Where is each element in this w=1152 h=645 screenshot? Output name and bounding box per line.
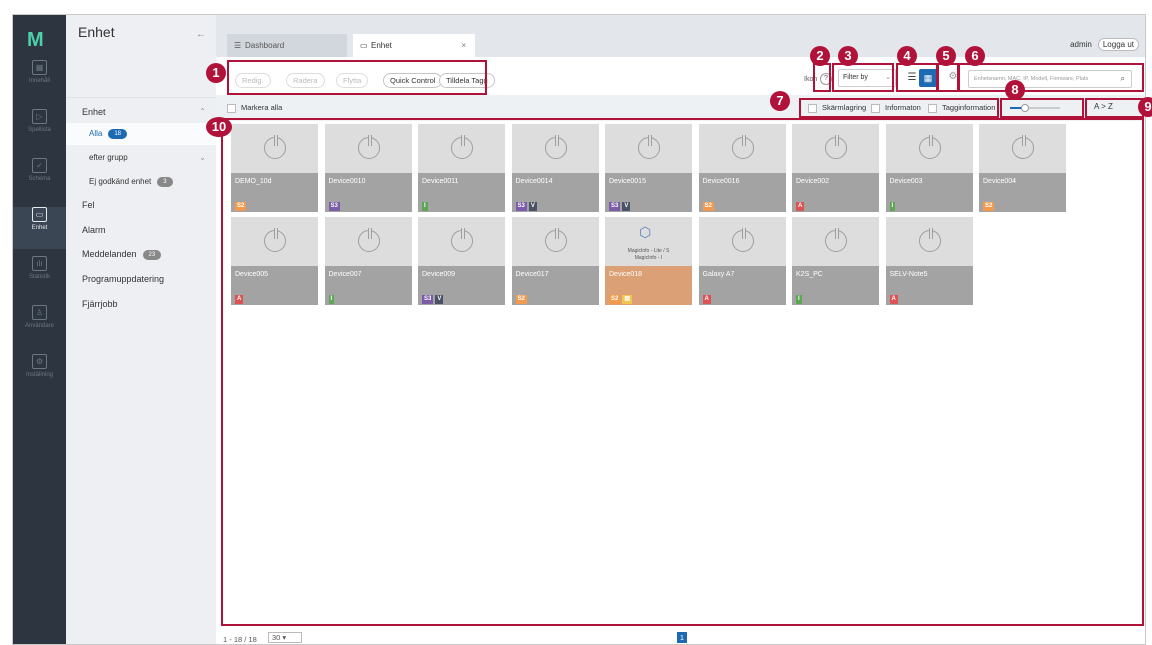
sidenav: Enhet ← Enhet ⌃ Alla 18 efter grupp ⌄ Ej go… (66, 15, 216, 644)
checkbox[interactable] (227, 103, 236, 113)
main-rail: M ▦ Innehåll ▷ Spellista ✓ Schema ▭ Enhet ılı Sta… (13, 15, 66, 644)
checkbox-label: Markera alla (241, 103, 283, 112)
callout-box-8 (1000, 98, 1084, 118)
app-logo-icon: M (27, 29, 44, 51)
sidenav-section-enhet[interactable]: Enhet ⌃ (66, 101, 216, 123)
rail-item-label: Enhet (31, 225, 48, 231)
chevron-down-icon: ⌄ (199, 153, 206, 162)
callout-3: 3 (838, 46, 858, 66)
rail-item-användare[interactable]: ♙ Användare (13, 305, 66, 347)
rail-item-label: Schema (28, 176, 51, 182)
sidenav-title: Enhet (78, 24, 115, 40)
callout-6: 6 (965, 46, 985, 66)
callout-7: 7 (770, 91, 790, 111)
rail-item-innehåll[interactable]: ▦ Innehåll (13, 60, 66, 102)
rail-item-schema[interactable]: ✓ Schema (13, 158, 66, 200)
sidenav-item-alarm[interactable]: Alarm (66, 219, 216, 241)
callout-1: 1 (206, 63, 226, 83)
callout-10: 10 (206, 117, 232, 137)
select-all-checkbox[interactable]: Markera alla (227, 103, 282, 113)
callout-box-7 (799, 98, 999, 118)
sidenav-item-messages[interactable]: Meddelanden 23 (66, 243, 216, 265)
rail-item-label: Inställning (25, 372, 54, 378)
sidenav-item-group[interactable]: efter grupp ⌄ (66, 147, 216, 169)
user-area: admin Logga ut (1070, 38, 1139, 51)
callout-box-3 (832, 63, 894, 92)
chart-icon: ılı (32, 256, 47, 271)
display-icon: ▭ (360, 41, 368, 50)
sidenav-item-label: efter grupp (89, 153, 128, 162)
count-badge: 18 (108, 128, 128, 139)
callout-box-9 (1085, 98, 1144, 118)
calendar-icon: ✓ (32, 158, 47, 173)
dashboard-icon: ☰ (234, 41, 242, 50)
rail-item-label: Spellista (28, 127, 51, 133)
rail-item-spellista[interactable]: ▷ Spellista (13, 109, 66, 151)
sidenav-item-label: Alla (89, 129, 103, 138)
callout-8: 8 (1005, 80, 1025, 100)
page-range: 1 - 18 / 18 (223, 635, 257, 644)
logout-button[interactable]: Logga ut (1097, 38, 1139, 51)
count-badge: 3 (157, 176, 173, 187)
tab-dashboard[interactable]: ☰ Dashboard (227, 34, 347, 57)
username: admin (1070, 40, 1092, 49)
close-icon[interactable]: × (461, 34, 466, 57)
tab-label: Dashboard (245, 41, 285, 50)
sidenav-item-error[interactable]: Fel (66, 194, 216, 216)
sidenav-item-label: Ej godkänd enhet (89, 177, 152, 186)
rail-item-label: Innehåll (28, 78, 51, 84)
callout-box-2 (813, 63, 831, 92)
content-icon: ▦ (32, 60, 47, 75)
rail-item-statistik[interactable]: ılı Statistik (13, 256, 66, 298)
collapse-arrow-icon[interactable]: ← (196, 29, 206, 40)
rail-item-inställning[interactable]: ⚙ Inställning (13, 354, 66, 396)
sidenav-item-label: Meddelanden (82, 249, 137, 259)
callout-box-4 (896, 63, 938, 92)
user-icon: ♙ (32, 305, 47, 320)
sidenav-item-all[interactable]: Alla 18 (66, 123, 216, 145)
rail-item-label: Statistik (28, 274, 50, 280)
gear-icon: ⚙ (32, 354, 47, 369)
callout-5: 5 (936, 46, 956, 66)
count-badge: 23 (142, 249, 162, 260)
callout-2: 2 (810, 46, 830, 66)
page-size-value: 30 (272, 633, 281, 642)
tab-bar: ☰ Dashboard ▭ Enhet × admin Logga ut (216, 15, 1145, 57)
sidenav-item-remote[interactable]: Fjärrjobb (66, 293, 216, 315)
display-icon: ▭ (32, 207, 47, 222)
chevron-up-icon: ⌃ (199, 107, 206, 116)
tab-enhet[interactable]: ▭ Enhet × (353, 34, 475, 57)
rail-item-enhet[interactable]: ▭ Enhet (13, 207, 66, 249)
callout-box-6 (958, 63, 1144, 92)
divider (66, 97, 216, 98)
callout-4: 4 (897, 46, 917, 66)
sidenav-item-update[interactable]: Programuppdatering (66, 268, 216, 290)
page-size-select[interactable]: 30 ▾ (268, 632, 302, 643)
page-number[interactable]: 1 (677, 632, 687, 643)
pagination: 1 - 18 / 18 30 ▾ 1 (216, 631, 1145, 644)
rail-item-label: Användare (24, 323, 55, 329)
callout-box-5 (937, 63, 959, 92)
playlist-icon: ▷ (32, 109, 47, 124)
callout-box-10 (221, 118, 1144, 626)
callout-9: 9 (1138, 97, 1152, 117)
sidenav-item-unapproved[interactable]: Ej godkänd enhet 3 (66, 171, 216, 193)
callout-box-1 (227, 60, 487, 95)
sidenav-section-label: Enhet (82, 107, 106, 117)
tab-label: Enhet (371, 41, 392, 50)
